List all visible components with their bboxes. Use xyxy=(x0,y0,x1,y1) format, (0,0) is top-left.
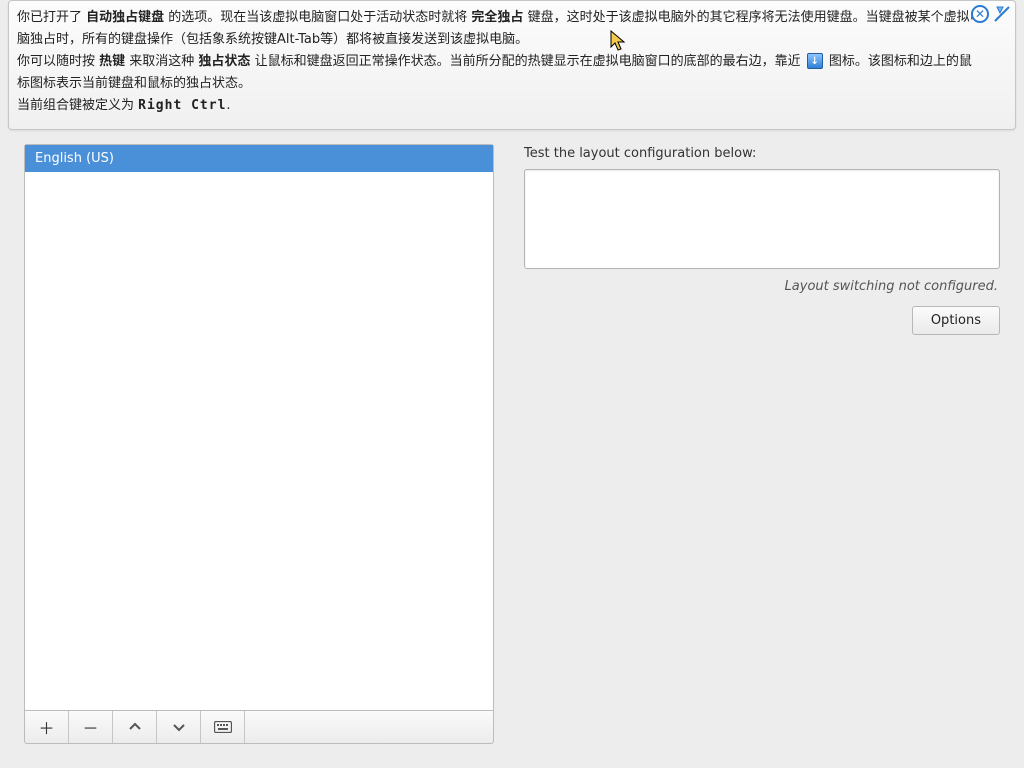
layout-toolbar: ＋ － xyxy=(24,710,494,744)
keyboard-layout-panel: English (US) ＋ － xyxy=(0,144,1024,768)
layout-list-item[interactable]: English (US) xyxy=(25,145,493,172)
layout-test-input[interactable] xyxy=(524,169,1000,269)
close-icon[interactable]: ✕ xyxy=(971,5,989,23)
notice-paragraph-2: 你可以随时按 热键 来取消这种 独占状态 让鼠标和键盘返回正常操作状态。当前所分… xyxy=(17,51,983,95)
test-pane: Test the layout configuration below: Lay… xyxy=(524,144,1000,744)
mouse-capture-icon xyxy=(993,5,1011,23)
layout-list-pane: English (US) ＋ － xyxy=(24,144,494,744)
notice-paragraph-3: 当前组合键被定义为 Right Ctrl. xyxy=(17,95,983,117)
test-label: Test the layout configuration below: xyxy=(524,146,1000,161)
layout-switching-note: Layout switching not configured. xyxy=(524,279,998,294)
options-button[interactable]: Options xyxy=(912,306,1000,335)
show-layout-button[interactable] xyxy=(201,711,245,743)
keyboard-icon xyxy=(214,721,232,733)
notice-paragraph-1: 你已打开了 自动独占键盘 的选项。现在当该虚拟电脑窗口处于活动状态时就将 完全独… xyxy=(17,7,983,51)
add-layout-button[interactable]: ＋ xyxy=(25,711,69,743)
layout-list[interactable]: English (US) xyxy=(24,144,494,710)
move-down-button[interactable] xyxy=(157,711,201,743)
move-up-button[interactable] xyxy=(113,711,157,743)
chevron-down-icon xyxy=(172,720,186,734)
remove-layout-button[interactable]: － xyxy=(69,711,113,743)
auto-capture-notice: ✕ 你已打开了 自动独占键盘 的选项。现在当该虚拟电脑窗口处于活动状态时就将 完… xyxy=(8,0,1016,130)
layout-name: English (US) xyxy=(35,151,114,166)
hostkey-indicator-icon xyxy=(807,53,823,69)
chevron-up-icon xyxy=(128,720,142,734)
